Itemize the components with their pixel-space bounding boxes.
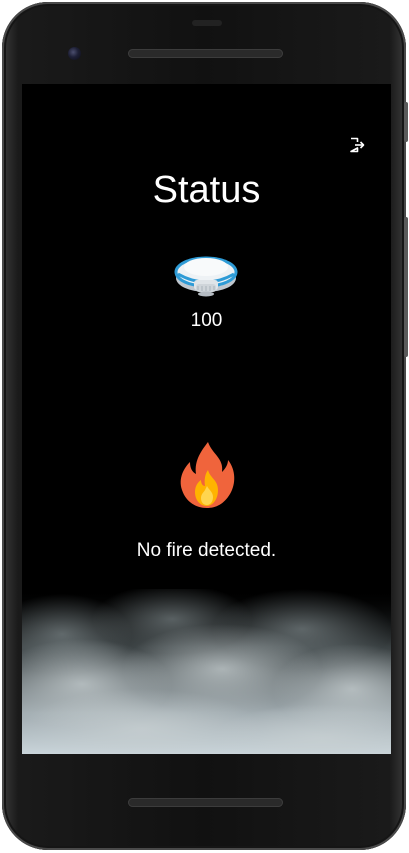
detector-value: 100 <box>190 310 223 331</box>
smoke-detector-icon <box>174 256 238 297</box>
app-screen: Status 100 No fire detected. <box>22 84 391 754</box>
logout-icon <box>350 137 365 153</box>
front-camera <box>68 47 81 60</box>
fire-status-text: No fire detected. <box>136 540 277 561</box>
earpiece-speaker <box>128 49 283 58</box>
bottom-speaker <box>128 798 283 807</box>
phone-frame: Status 100 No fire detected. <box>2 2 408 850</box>
volume-button <box>404 217 408 357</box>
power-button <box>404 102 408 142</box>
logout-button[interactable] <box>348 136 366 154</box>
page-title: Status <box>152 169 261 211</box>
smoke-background-image <box>22 589 391 754</box>
front-sensor <box>192 20 222 26</box>
fire-icon <box>180 442 235 508</box>
